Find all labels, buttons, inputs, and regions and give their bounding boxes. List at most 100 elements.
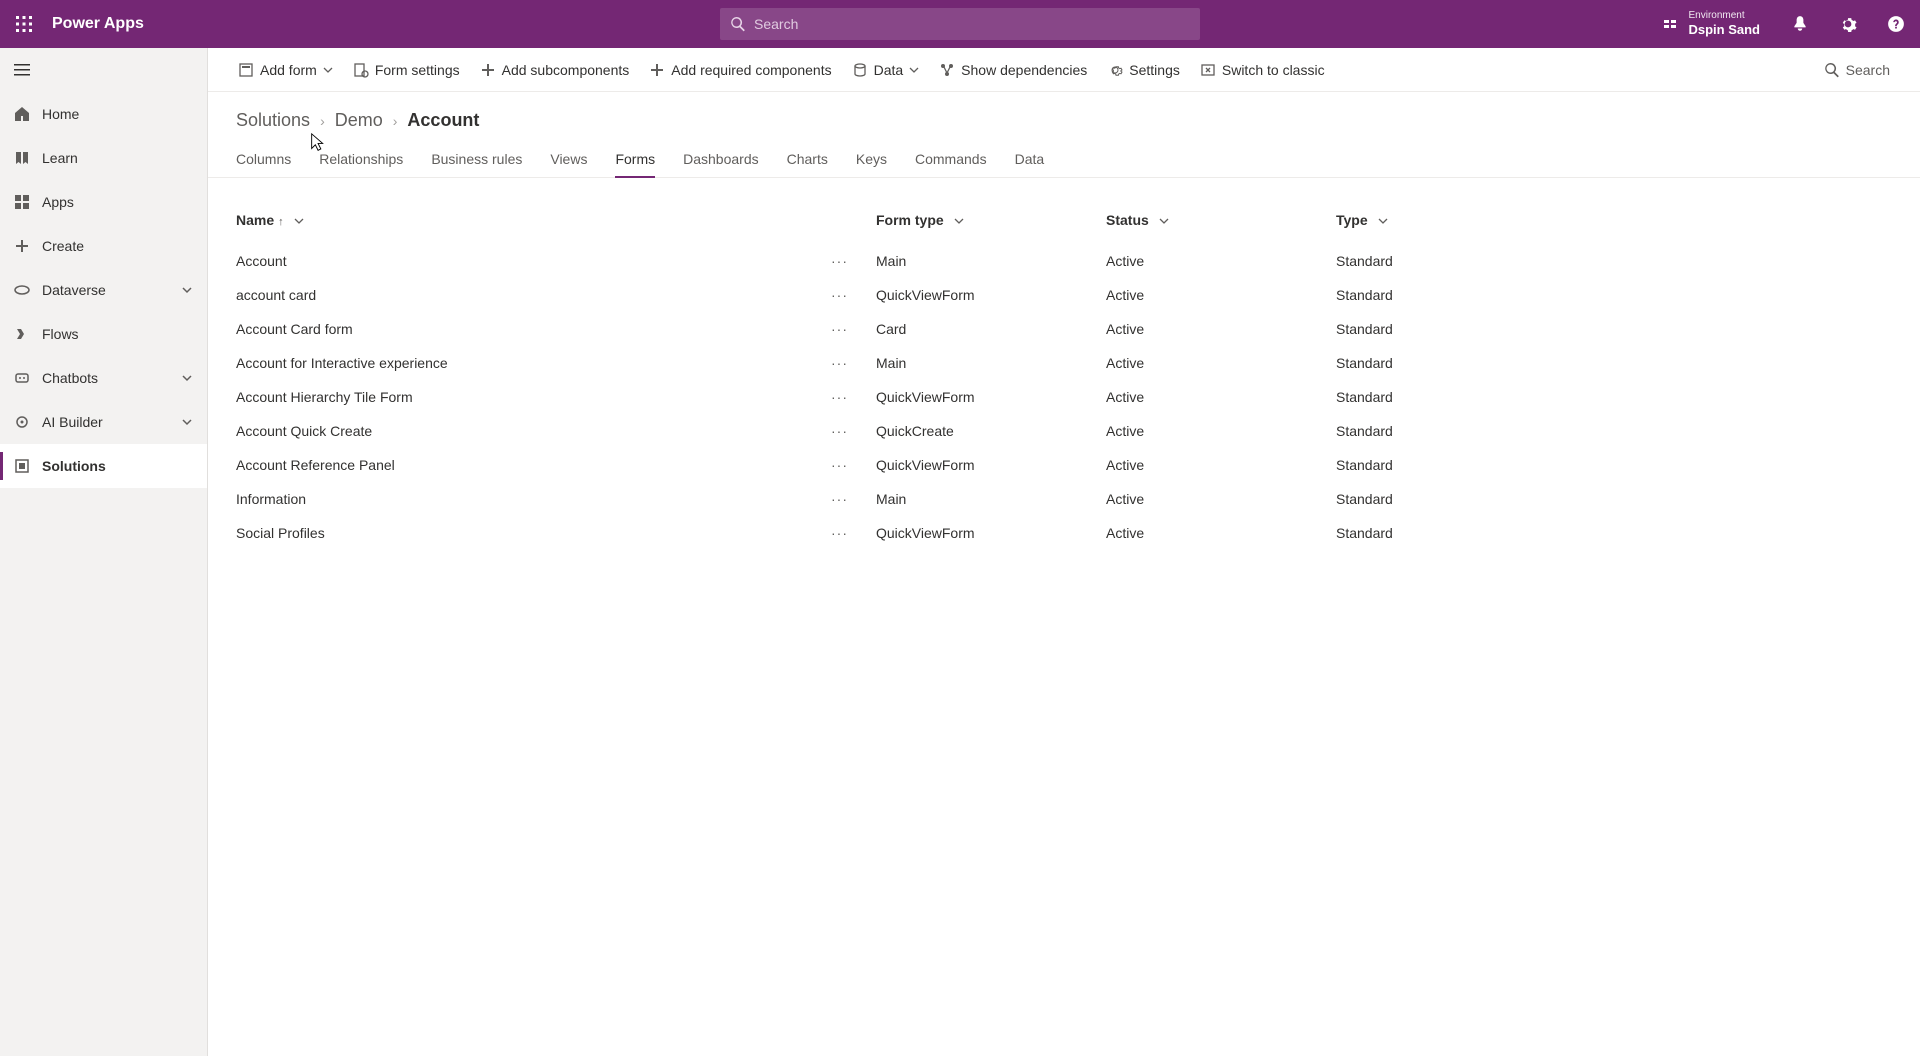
help-button[interactable] [1872,0,1920,48]
sidebar-item-apps[interactable]: Apps [0,180,207,224]
chevron-down-icon [954,216,964,226]
sidebar-item-flows[interactable]: Flows [0,312,207,356]
cmd-search-label: Search [1846,62,1890,78]
header-bar: Power Apps Environment Dspin Sand [0,0,1920,48]
tab-forms[interactable]: Forms [601,141,669,177]
sidebar-item-label: Solutions [42,458,106,474]
breadcrumb-demo[interactable]: Demo [335,110,383,131]
cmdbar-search[interactable]: Search [1814,62,1900,78]
global-search[interactable] [720,8,1200,40]
environment-picker[interactable]: Environment Dspin Sand [1646,0,1776,48]
cell-name[interactable]: Account Card form [236,312,826,346]
sidebar-item-home[interactable]: Home [0,92,207,136]
sidebar-item-create[interactable]: Create [0,224,207,268]
row-actions-button[interactable]: ··· [831,423,864,439]
cell-form-type: QuickViewForm [876,516,1106,550]
show-dependencies-button[interactable]: Show dependencies [929,48,1097,92]
ai-icon [14,414,30,430]
form-settings-button[interactable]: Form settings [343,48,470,92]
cell-form-type: QuickCreate [876,414,1106,448]
cell-name[interactable]: account card [236,278,826,312]
flows-icon [14,326,30,342]
breadcrumb-solutions[interactable]: Solutions [236,110,310,131]
tab-relationships[interactable]: Relationships [305,141,417,177]
breadcrumb-current: Account [407,110,479,131]
add-required-button[interactable]: Add required components [639,48,841,92]
cell-status: Active [1106,346,1336,380]
table-row[interactable]: Account Card form···CardActiveStandard [236,312,1892,346]
data-button[interactable]: Data [842,48,930,92]
col-header-form-type[interactable]: Form type [876,202,1106,244]
sidebar-item-dataverse[interactable]: Dataverse [0,268,207,312]
table-row[interactable]: Information···MainActiveStandard [236,482,1892,516]
table-row[interactable]: Account Reference Panel···QuickViewFormA… [236,448,1892,482]
col-header-type[interactable]: Type [1336,202,1892,244]
settings-button[interactable] [1824,0,1872,48]
sidebar-item-label: Apps [42,194,74,210]
sidebar-item-learn[interactable]: Learn [0,136,207,180]
notifications-button[interactable] [1776,0,1824,48]
cell-form-type: QuickViewForm [876,278,1106,312]
tab-views[interactable]: Views [536,141,601,177]
cell-type: Standard [1336,448,1892,482]
gear-icon [1839,15,1857,33]
sidebar-item-chatbots[interactable]: Chatbots [0,356,207,400]
row-actions-button[interactable]: ··· [831,287,864,303]
cell-name[interactable]: Information [236,482,826,516]
tab-dashboards[interactable]: Dashboards [669,141,773,177]
row-actions-button[interactable]: ··· [831,457,864,473]
breadcrumb-separator: › [393,113,398,129]
tab-commands[interactable]: Commands [901,141,1001,177]
sidebar-item-ai-builder[interactable]: AI Builder [0,400,207,444]
table-row[interactable]: Social Profiles···QuickViewFormActiveSta… [236,516,1892,550]
cell-name[interactable]: Account for Interactive experience [236,346,826,380]
table-row[interactable]: Account for Interactive experience···Mai… [236,346,1892,380]
sidebar-item-label: Flows [42,326,79,342]
cmd-label: Add required components [671,62,831,78]
cell-form-type: QuickViewForm [876,448,1106,482]
row-actions-button[interactable]: ··· [831,525,864,541]
table-row[interactable]: Account Hierarchy Tile Form···QuickViewF… [236,380,1892,414]
sidebar-toggle[interactable] [0,48,207,92]
table-row[interactable]: Account Quick Create···QuickCreateActive… [236,414,1892,448]
cmd-label: Data [874,62,904,78]
search-input[interactable] [754,16,1190,32]
row-actions-button[interactable]: ··· [831,389,864,405]
cell-name[interactable]: Account [236,244,826,278]
col-header-name[interactable]: Name↑ [236,202,826,244]
cell-name[interactable]: Social Profiles [236,516,826,550]
tab-columns[interactable]: Columns [236,141,305,177]
sidebar-item-solutions[interactable]: Solutions [0,444,207,488]
solutions-icon [14,458,30,474]
sidebar-item-label: AI Builder [42,414,103,430]
cell-name[interactable]: Account Hierarchy Tile Form [236,380,826,414]
row-actions-button[interactable]: ··· [831,253,864,269]
app-launcher-icon[interactable] [0,0,48,48]
settings-button[interactable]: Settings [1097,48,1190,92]
cmd-label: Add form [260,62,317,78]
breadcrumb: Solutions › Demo › Account [236,110,1892,131]
table-row[interactable]: account card···QuickViewFormActiveStanda… [236,278,1892,312]
row-actions-button[interactable]: ··· [831,321,864,337]
tab-business-rules[interactable]: Business rules [417,141,536,177]
cell-status: Active [1106,312,1336,346]
environment-icon [1662,16,1678,32]
sidebar: Home Learn Apps Create Dataverse Flo [0,48,208,1056]
table-row[interactable]: Account···MainActiveStandard [236,244,1892,278]
row-actions-button[interactable]: ··· [831,355,864,371]
tab-data[interactable]: Data [1001,141,1059,177]
cell-name[interactable]: Account Reference Panel [236,448,826,482]
col-header-status[interactable]: Status [1106,202,1336,244]
sidebar-item-label: Home [42,106,79,122]
cell-type: Standard [1336,380,1892,414]
row-actions-button[interactable]: ··· [831,491,864,507]
switch-classic-button[interactable]: Switch to classic [1190,48,1335,92]
sidebar-item-label: Dataverse [42,282,106,298]
plus-icon [649,62,665,78]
add-subcomponents-button[interactable]: Add subcomponents [470,48,640,92]
cell-name[interactable]: Account Quick Create [236,414,826,448]
add-form-button[interactable]: Add form [228,48,343,92]
form-icon [238,62,254,78]
tab-charts[interactable]: Charts [773,141,842,177]
tab-keys[interactable]: Keys [842,141,901,177]
